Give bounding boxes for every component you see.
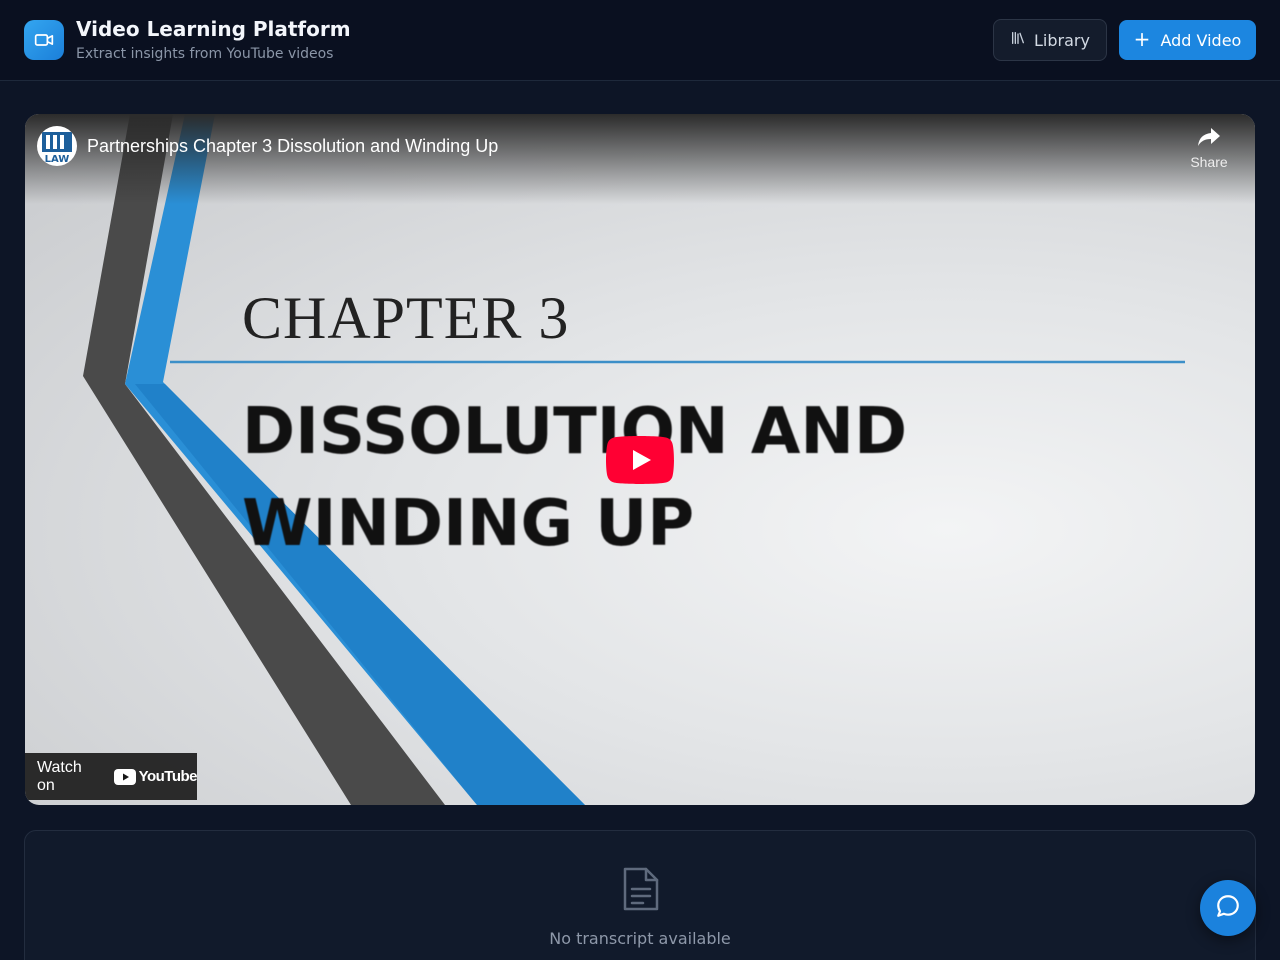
chat-bubble-icon [1215,893,1241,923]
video-camera-icon [24,20,64,60]
share-button[interactable]: Share [1185,126,1233,176]
add-video-button[interactable]: + Add Video [1119,20,1256,60]
app-header: Video Learning Platform Extract insights… [0,0,1280,81]
slide-chapter-text: CHAPTER 3 [242,285,570,351]
youtube-wordmark: YouTube [138,768,198,785]
document-icon [621,865,661,917]
watch-on-youtube-button[interactable]: Watch on YouTube [25,753,198,800]
share-arrow-icon [1197,128,1221,152]
channel-avatar[interactable]: LAW [37,126,77,166]
no-transcript-message: No transcript available [549,929,731,948]
youtube-play-icon [606,436,674,484]
video-player[interactable]: CHAPTER 3 DISSOLUTION AND WINDING UP LAW… [25,114,1255,805]
library-button[interactable]: Library [993,19,1107,61]
library-icon [1010,30,1026,50]
slide-title-line2: WINDING UP [242,487,695,561]
app-title: Video Learning Platform [76,17,351,41]
transcript-panel: No transcript available [24,830,1256,960]
channel-avatar-text: LAW [45,154,70,165]
youtube-logo-icon: YouTube [113,768,198,785]
chat-button[interactable] [1200,880,1256,936]
library-button-label: Library [1034,30,1090,50]
video-top-gradient [25,114,1255,204]
video-title[interactable]: Partnerships Chapter 3 Dissolution and W… [87,136,498,157]
watch-on-label: Watch on [37,758,82,794]
play-button[interactable] [606,436,674,484]
app-subtitle: Extract insights from YouTube videos [76,46,334,62]
share-label: Share [1190,154,1228,170]
plus-icon: + [1133,27,1151,51]
add-video-button-label: Add Video [1160,30,1242,50]
